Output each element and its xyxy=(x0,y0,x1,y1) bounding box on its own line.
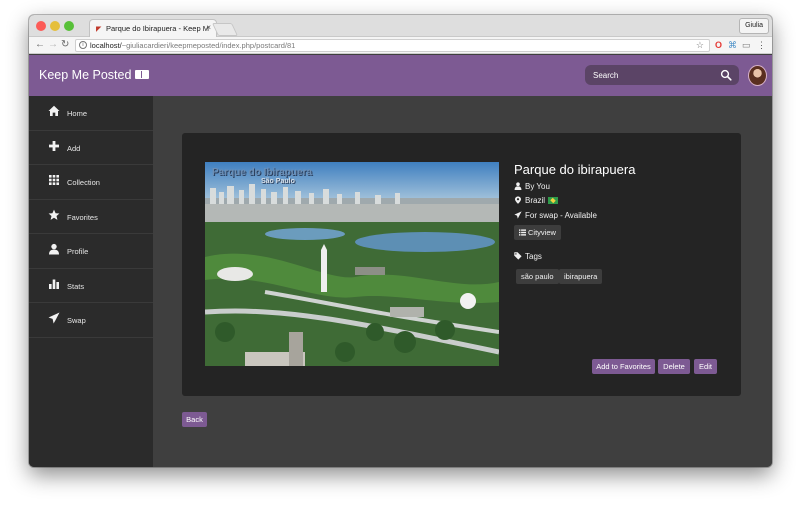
brand-name: Keep Me Posted xyxy=(39,68,132,82)
add-to-favorites-button[interactable]: Add to Favorites xyxy=(592,359,655,374)
tag-chip[interactable]: são paulo xyxy=(516,269,559,284)
back-button[interactable]: Back xyxy=(182,412,207,427)
sidebar-item-add[interactable]: Add xyxy=(29,131,153,165)
star-icon xyxy=(48,209,60,220)
tags-label: Tags xyxy=(525,252,542,261)
user-icon xyxy=(514,182,522,190)
plus-icon xyxy=(49,140,59,151)
postcard-owner: By You xyxy=(514,182,550,191)
delete-button[interactable]: Delete xyxy=(658,359,690,374)
user-icon xyxy=(49,243,59,255)
menu-dots-icon[interactable]: ⋮ xyxy=(757,39,766,51)
minimize-window-button[interactable] xyxy=(50,21,60,31)
grid-icon xyxy=(49,175,59,185)
bookmark-star-icon[interactable]: ☆ xyxy=(696,40,704,51)
browser-titlebar: ◤ Parque do Ibirapuera - Keep M × Giulia xyxy=(29,15,772,37)
sidebar-item-label: Swap xyxy=(67,316,86,325)
country-text: Brazil xyxy=(525,196,546,205)
cast-icon[interactable]: ▭ xyxy=(742,39,751,51)
sidebar-item-favorites[interactable]: Favorites xyxy=(29,200,153,234)
sidebar-item-collection[interactable]: Collection xyxy=(29,165,153,200)
opera-extension-icon[interactable]: O xyxy=(715,39,722,51)
sidebar-item-label: Profile xyxy=(67,247,89,256)
postcard-image[interactable]: Parque do Ibirapuera São Paulo xyxy=(205,162,499,366)
search-input[interactable] xyxy=(585,65,715,85)
sidebar-item-home[interactable]: Home xyxy=(29,96,153,131)
image-caption-title: Parque do Ibirapuera xyxy=(212,167,313,178)
user-avatar[interactable] xyxy=(748,65,767,86)
search-box xyxy=(585,65,739,85)
home-icon xyxy=(48,105,60,116)
url-host: localhost/ xyxy=(90,41,122,50)
sidebar-item-stats[interactable]: Stats xyxy=(29,269,153,303)
app-viewport: Keep Me Posted Home Add xyxy=(29,55,772,467)
postcard-detail-card: Parque do Ibirapuera São Paulo Parque do… xyxy=(182,133,741,396)
tag-chip[interactable]: ibirapuera xyxy=(559,269,603,284)
search-icon[interactable] xyxy=(720,69,732,81)
favicon-icon: ◤ xyxy=(96,26,102,33)
tab-title: Parque do Ibirapuera - Keep M xyxy=(106,24,209,33)
browser-window: ◤ Parque do Ibirapuera - Keep M × Giulia… xyxy=(29,15,772,467)
send-icon xyxy=(48,312,60,324)
tags-heading: Tags xyxy=(514,252,542,261)
app-header: Keep Me Posted xyxy=(29,55,772,96)
image-caption-subtitle: São Paulo xyxy=(261,178,295,185)
sidebar-item-label: Add xyxy=(67,143,81,153)
postcard-title: Parque do ibirapuera xyxy=(514,162,636,177)
close-window-button[interactable] xyxy=(36,21,46,31)
sidebar-item-swap[interactable]: Swap xyxy=(29,303,153,338)
forward-arrow-icon[interactable]: → xyxy=(48,39,58,51)
edit-button[interactable]: Edit xyxy=(694,359,717,374)
map-marker-icon xyxy=(515,196,521,204)
sidebar-item-label: Collection xyxy=(67,178,100,187)
browser-profile-button[interactable]: Giulia xyxy=(739,18,769,34)
sidebar: Home Add Collection Favorites Profile St… xyxy=(29,96,153,467)
browser-toolbar: ← → ↻ i localhost/~giuliacardieri/keepme… xyxy=(29,37,772,54)
postcard-swap-status: For swap - Available xyxy=(514,211,597,220)
tags-icon xyxy=(514,252,522,260)
category-label: Cityview xyxy=(528,228,556,237)
send-icon xyxy=(514,211,522,219)
list-icon xyxy=(519,229,526,236)
reload-icon[interactable]: ↻ xyxy=(61,39,69,51)
bar-chart-icon xyxy=(49,279,59,289)
sidebar-item-label: Stats xyxy=(67,281,85,291)
sidebar-item-label: Home xyxy=(67,109,88,118)
brazil-flag-icon xyxy=(548,197,559,204)
url-path: ~giuliacardieri/keepmeposted/index.php/p… xyxy=(121,41,296,50)
browser-tab[interactable]: ◤ Parque do Ibirapuera - Keep M × xyxy=(89,19,217,37)
close-tab-icon[interactable]: × xyxy=(206,23,211,32)
zoom-window-button[interactable] xyxy=(64,21,74,31)
postcard-photo xyxy=(205,162,499,366)
back-arrow-icon[interactable]: ← xyxy=(35,39,45,51)
postcard-country: Brazil xyxy=(514,196,559,205)
address-bar[interactable]: i localhost/~giuliacardieri/keepmeposted… xyxy=(75,39,710,52)
brand-logo[interactable]: Keep Me Posted xyxy=(39,68,150,82)
site-info-icon[interactable]: i xyxy=(79,41,87,49)
owner-text: By You xyxy=(525,182,550,191)
extension-icon[interactable]: ⌘ xyxy=(728,39,737,51)
postcard-logo-icon xyxy=(135,70,150,79)
swap-status-text: For swap - Available xyxy=(525,211,597,220)
sidebar-item-label: Favorites xyxy=(67,212,98,222)
category-chip[interactable]: Cityview xyxy=(514,225,561,240)
sidebar-item-profile[interactable]: Profile xyxy=(29,234,153,269)
